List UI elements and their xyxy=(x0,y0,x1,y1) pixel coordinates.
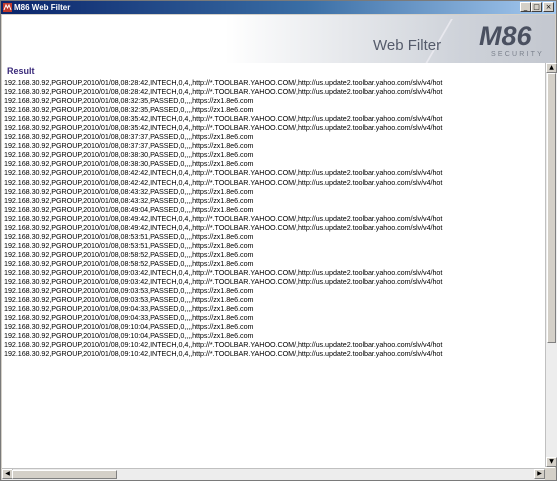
logo-sub-text: SECURITY xyxy=(491,51,544,58)
log-line: 192.168.30.92,PGROUP,2010/01/08,08:37:37… xyxy=(4,141,254,151)
web-filter-window: M86 Web Filter _ □ × Web Filter M86 SECU… xyxy=(0,0,557,481)
log-line: 192.168.30.92,PGROUP,2010/01/08,08:37:37… xyxy=(4,132,254,142)
log-line: 192.168.30.92,PGROUP,2010/01/08,08:28:42… xyxy=(4,78,443,87)
log-line: 192.168.30.92,PGROUP,2010/01/08,08:49:42… xyxy=(4,222,443,232)
close-button[interactable]: × xyxy=(543,2,554,12)
log-line: 192.168.30.92,PGROUP,2010/01/08,08:58:52… xyxy=(4,258,254,268)
scrollbar-corner xyxy=(545,468,556,479)
log-line: 192.168.30.92,PGROUP,2010/01/08,08:32:35… xyxy=(4,105,254,115)
minimize-button[interactable]: _ xyxy=(520,2,531,12)
header-title: Web Filter xyxy=(373,37,442,54)
log-line: 192.168.30.92,PGROUP,2010/01/08,09:03:53… xyxy=(4,286,254,296)
log-line: 192.168.30.92,PGROUP,2010/01/08,09:03:42… xyxy=(4,267,443,277)
log-line: 192.168.30.92,PGROUP,2010/01/08,09:10:42… xyxy=(4,340,443,350)
log-line: 192.168.30.92,PGROUP,2010/01/08,08:42:42… xyxy=(4,168,443,178)
title-bar[interactable]: M86 Web Filter _ □ × xyxy=(1,1,556,14)
vertical-scroll-thumb[interactable] xyxy=(547,73,556,343)
log-line: 192.168.30.92,PGROUP,2010/01/08,08:28:42… xyxy=(4,87,443,97)
window-title: M86 Web Filter xyxy=(14,3,71,12)
log-line: 192.168.30.92,PGROUP,2010/01/08,08:53:51… xyxy=(4,231,254,241)
result-panel: Result 192.168.30.92,PGROUP,2010/01/08,0… xyxy=(2,63,555,468)
log-line: 192.168.30.92,PGROUP,2010/01/08,09:10:04… xyxy=(4,331,254,341)
maximize-button[interactable]: □ xyxy=(531,2,542,12)
scroll-down-arrow-icon[interactable]: ▼ xyxy=(546,457,557,467)
log-line: 192.168.30.92,PGROUP,2010/01/08,08:35:42… xyxy=(4,123,443,133)
horizontal-scroll-thumb[interactable] xyxy=(12,470,117,479)
log-line: 192.168.30.92,PGROUP,2010/01/08,09:03:42… xyxy=(4,277,443,287)
m86-app-icon xyxy=(3,3,12,12)
log-line: 192.168.30.92,PGROUP,2010/01/08,08:43:32… xyxy=(4,186,254,196)
horizontal-scrollbar[interactable]: ◀ ▶ xyxy=(2,468,545,480)
app-header: Web Filter M86 SECURITY xyxy=(2,15,555,67)
m86-security-logo: M86 SECURITY xyxy=(479,21,544,58)
log-line: 192.168.30.92,PGROUP,2010/01/08,08:53:51… xyxy=(4,240,254,250)
log-line: 192.168.30.92,PGROUP,2010/01/08,09:10:42… xyxy=(4,349,443,359)
vertical-scrollbar[interactable]: ▲ ▼ xyxy=(545,63,557,467)
log-line: 192.168.30.92,PGROUP,2010/01/08,09:03:53… xyxy=(4,295,254,305)
scroll-up-arrow-icon[interactable]: ▲ xyxy=(546,63,557,73)
log-line: 192.168.30.92,PGROUP,2010/01/08,09:10:04… xyxy=(4,322,254,332)
log-list[interactable]: 192.168.30.92,PGROUP,2010/01/08,08:28:42… xyxy=(4,78,544,466)
log-line: 192.168.30.92,PGROUP,2010/01/08,08:38:30… xyxy=(4,150,254,160)
log-line: 192.168.30.92,PGROUP,2010/01/08,08:49:42… xyxy=(4,213,443,223)
log-line: 192.168.30.92,PGROUP,2010/01/08,08:49:04… xyxy=(4,204,254,214)
log-line: 192.168.30.92,PGROUP,2010/01/08,09:04:33… xyxy=(4,304,254,314)
logo-main-text: M86 xyxy=(479,21,533,51)
log-line: 192.168.30.92,PGROUP,2010/01/08,08:32:35… xyxy=(4,96,254,106)
log-line: 192.168.30.92,PGROUP,2010/01/08,08:38:30… xyxy=(4,159,254,169)
log-line: 192.168.30.92,PGROUP,2010/01/08,08:43:32… xyxy=(4,195,254,205)
log-line: 192.168.30.92,PGROUP,2010/01/08,08:35:42… xyxy=(4,114,443,124)
log-line: 192.168.30.92,PGROUP,2010/01/08,08:58:52… xyxy=(4,249,254,259)
scroll-right-arrow-icon[interactable]: ▶ xyxy=(534,469,545,479)
log-line: 192.168.30.92,PGROUP,2010/01/08,09:04:33… xyxy=(4,313,254,323)
result-label: Result xyxy=(7,66,35,76)
log-line: 192.168.30.92,PGROUP,2010/01/08,08:42:42… xyxy=(4,177,443,187)
